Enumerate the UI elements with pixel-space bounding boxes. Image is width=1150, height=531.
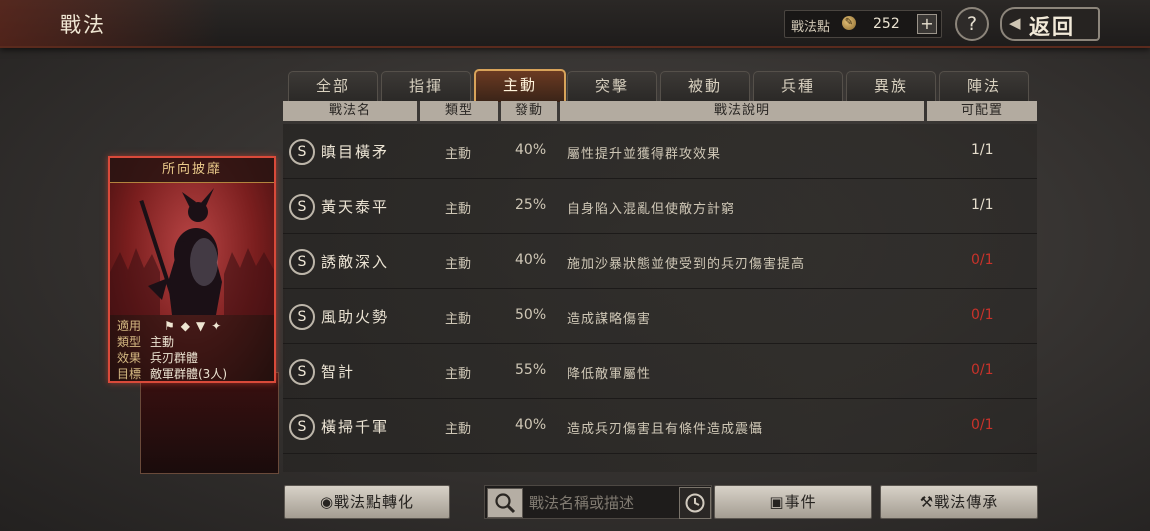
tactic-description: 屬性提升並獲得群攻效果 bbox=[567, 147, 722, 162]
inherit-tactic-button[interactable]: ⚒戰法傳承 bbox=[880, 485, 1038, 519]
tactic-slots: 0/1 bbox=[971, 362, 994, 378]
tactic-type: 主動 bbox=[445, 147, 472, 162]
add-points-button[interactable]: + bbox=[917, 14, 937, 34]
events-button[interactable]: ▣事件 bbox=[714, 485, 872, 519]
tab-active[interactable]: 主動 bbox=[474, 69, 566, 102]
tactic-grade-s-icon: S bbox=[289, 139, 315, 165]
card-info-applicable: 適用 ⚑◆▼✦ bbox=[117, 319, 228, 333]
tab-foreign[interactable]: 異族 bbox=[846, 71, 936, 101]
tactic-slots: 0/1 bbox=[971, 307, 994, 323]
table-row[interactable]: S 瞋目橫矛 主動 40% 屬性提升並獲得群攻效果 1/1 bbox=[283, 124, 1037, 179]
tactic-description: 降低敵軍屬性 bbox=[567, 367, 652, 382]
column-header-type[interactable]: 類型 bbox=[420, 101, 498, 121]
tactic-card-title: 所向披靡 bbox=[110, 158, 274, 183]
tactic-rate: 55% bbox=[515, 362, 547, 378]
tactic-card-info: 適用 ⚑◆▼✦ 類型 主動 效果 兵刃群體 目標 敵軍群體(3人) bbox=[110, 315, 274, 381]
tactic-slots: 1/1 bbox=[971, 197, 994, 213]
tactic-type: 主動 bbox=[445, 422, 472, 437]
tactic-description: 造成兵刃傷害且有條件造成震懾 bbox=[567, 422, 764, 437]
tactic-type: 主動 bbox=[445, 367, 472, 382]
tactic-card-illustration bbox=[110, 188, 274, 315]
tactic-grade-s-icon: S bbox=[289, 304, 315, 330]
column-header-name[interactable]: 戰法名 bbox=[283, 101, 417, 121]
tactic-description: 自身陷入混亂但使敵方計窮 bbox=[567, 202, 736, 217]
card-info-effect: 效果 兵刃群體 bbox=[117, 351, 199, 365]
back-arrow-icon: ◀ bbox=[1009, 14, 1021, 32]
search-bar[interactable] bbox=[484, 485, 712, 519]
tactic-points-display: 戰法點 ✎ 252 + bbox=[784, 10, 942, 38]
troop-type-icons: ⚑◆▼✦ bbox=[164, 319, 228, 333]
tactic-grade-s-icon: S bbox=[289, 414, 315, 440]
tactic-rate: 40% bbox=[515, 417, 547, 433]
tactic-slots: 0/1 bbox=[971, 252, 994, 268]
tactic-points-label: 戰法點 bbox=[791, 20, 831, 35]
table-row[interactable]: S 風助火勢 主動 50% 造成謀略傷害 0/1 bbox=[283, 289, 1037, 344]
convert-icon: ◉ bbox=[319, 493, 335, 511]
column-header-rate[interactable]: 發動 bbox=[501, 101, 557, 121]
tactic-type: 主動 bbox=[445, 202, 472, 217]
tactic-rate: 25% bbox=[515, 197, 547, 213]
tactic-name: 風助火勢 bbox=[321, 308, 390, 326]
page-title: 戰法 bbox=[60, 13, 106, 37]
tab-troop[interactable]: 兵種 bbox=[753, 71, 843, 101]
tactic-type: 主動 bbox=[445, 257, 472, 272]
tactic-name: 黃天泰平 bbox=[321, 198, 390, 216]
history-clock-icon[interactable] bbox=[679, 487, 711, 519]
tactic-name: 瞋目橫矛 bbox=[321, 143, 390, 161]
top-bar-glow bbox=[0, 0, 220, 46]
back-button-label: 返回 bbox=[1029, 15, 1075, 39]
events-icon: ▣ bbox=[769, 493, 785, 511]
card-info-target: 目標 敵軍群體(3人) bbox=[117, 367, 227, 381]
tactic-points-value: 252 bbox=[873, 16, 900, 32]
tab-assault[interactable]: 突擊 bbox=[567, 71, 657, 101]
tactic-description: 造成謀略傷害 bbox=[567, 312, 652, 327]
table-row[interactable]: S 智計 主動 55% 降低敵軍屬性 0/1 bbox=[283, 344, 1037, 399]
column-header-description: 戰法說明 bbox=[560, 101, 924, 121]
top-bar: 戰法 戰法點 ✎ 252 + ? ◀ 返回 bbox=[0, 0, 1150, 48]
tactic-card[interactable]: 所向披靡 適用 ⚑◆▼✦ 類型 主動 效果 兵刃群體 目標 敵軍群體(3人) bbox=[108, 156, 276, 383]
tactics-list[interactable]: S 瞋目橫矛 主動 40% 屬性提升並獲得群攻效果 1/1 S 黃天泰平 主動 … bbox=[283, 124, 1037, 472]
column-header-slots[interactable]: 可配置 bbox=[927, 101, 1037, 121]
tactic-card-back bbox=[140, 372, 279, 474]
help-button[interactable]: ? bbox=[955, 7, 989, 41]
tactic-slots: 0/1 bbox=[971, 417, 994, 433]
tab-command[interactable]: 指揮 bbox=[381, 71, 471, 101]
tab-passive[interactable]: 被動 bbox=[660, 71, 750, 101]
tactic-rate: 40% bbox=[515, 142, 547, 158]
card-info-type: 類型 主動 bbox=[117, 335, 175, 349]
tactic-name: 誘敵深入 bbox=[321, 253, 390, 271]
tactic-grade-s-icon: S bbox=[289, 194, 315, 220]
table-row[interactable]: S 橫掃千軍 主動 40% 造成兵刃傷害且有條件造成震懾 0/1 bbox=[283, 399, 1037, 454]
tactic-description: 施加沙暴狀態並使受到的兵刃傷害提高 bbox=[567, 257, 806, 272]
table-row[interactable]: S 誘敵深入 主動 40% 施加沙暴狀態並使受到的兵刃傷害提高 0/1 bbox=[283, 234, 1037, 289]
tactic-rate: 40% bbox=[515, 252, 547, 268]
tactic-name: 智計 bbox=[321, 363, 356, 381]
tab-formation[interactable]: 陣法 bbox=[939, 71, 1029, 101]
tab-all[interactable]: 全部 bbox=[288, 71, 378, 101]
tactic-rate: 50% bbox=[515, 307, 547, 323]
search-input[interactable] bbox=[527, 490, 671, 516]
tactic-grade-s-icon: S bbox=[289, 249, 315, 275]
back-button[interactable]: ◀ 返回 bbox=[1000, 7, 1100, 41]
tactic-points-coin-icon: ✎ bbox=[842, 16, 856, 30]
tactic-type: 主動 bbox=[445, 312, 472, 327]
tactic-name: 橫掃千軍 bbox=[321, 418, 390, 436]
tactic-slots: 1/1 bbox=[971, 142, 994, 158]
table-row[interactable]: S 黃天泰平 主動 25% 自身陷入混亂但使敵方計窮 1/1 bbox=[283, 179, 1037, 234]
search-icon[interactable] bbox=[487, 488, 523, 518]
table-row-partial[interactable] bbox=[283, 454, 1037, 472]
convert-points-button[interactable]: ◉戰法點轉化 bbox=[284, 485, 450, 519]
hammer-icon: ⚒ bbox=[919, 493, 935, 511]
tactic-grade-s-icon: S bbox=[289, 359, 315, 385]
